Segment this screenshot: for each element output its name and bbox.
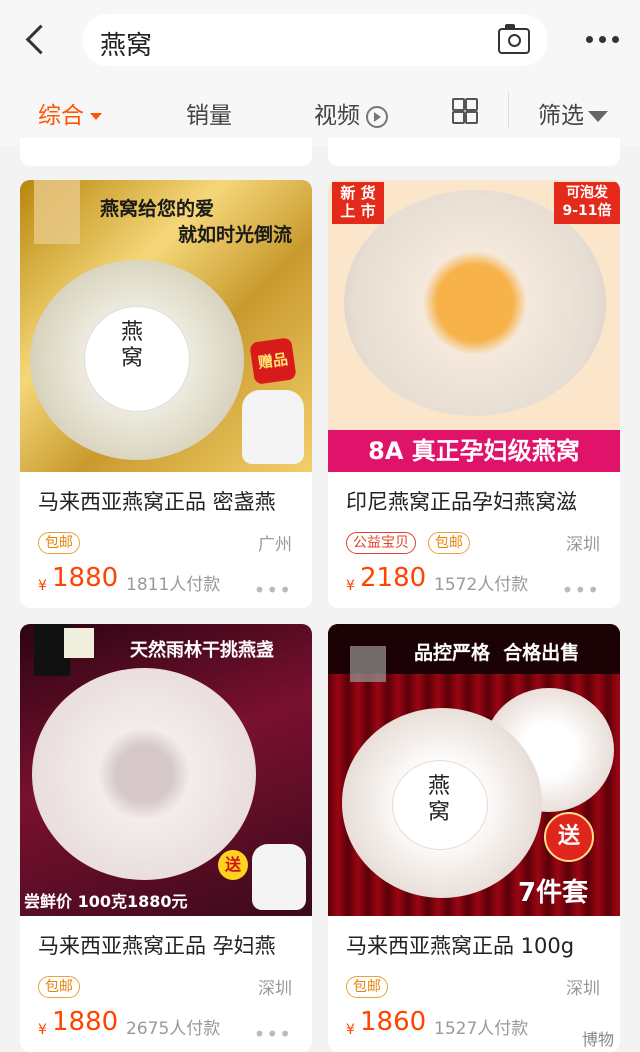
tab-label: 筛选 <box>538 103 584 129</box>
bottom-banner: 8A 真正孕妇级燕窝 <box>328 430 620 472</box>
search-query[interactable]: 燕窝 <box>100 25 152 62</box>
gift-badge: 送 <box>218 850 248 880</box>
stew-pot <box>252 844 306 910</box>
product-card[interactable]: 天然雨林干挑燕盏 送 尝鲜价 100克1880元 马来西亚燕窝正品 孕妇燕 包邮… <box>20 624 312 1052</box>
banner-line: 就如时光倒流 <box>178 224 293 246</box>
tab-label: 综合 <box>38 103 84 129</box>
product-title[interactable]: 马来西亚燕窝正品 密盏燕 <box>38 486 308 516</box>
tag-free-shipping: 包邮 <box>38 532 80 554</box>
camera-icon[interactable] <box>498 24 530 54</box>
play-icon <box>366 105 388 128</box>
tab-sales[interactable]: 销量 <box>186 96 232 130</box>
product-card[interactable]: 品控严格 合格出售 燕窝 送 7件套 马来西亚燕窝正品 100g 包邮 深圳 ¥… <box>328 624 620 1052</box>
watermark: 博物 <box>581 1030 614 1049</box>
price: 1880 <box>52 563 119 593</box>
product-title[interactable]: 马来西亚燕窝正品 孕妇燕 <box>38 930 308 960</box>
grid-view-icon[interactable] <box>452 98 478 124</box>
more-options-icon[interactable]: ••• <box>254 578 292 602</box>
currency-symbol: ¥ <box>346 1022 355 1038</box>
set-count: 7件套 <box>518 878 589 908</box>
product-image[interactable]: 品控严格 合格出售 燕窝 送 7件套 <box>328 624 620 916</box>
location: 深圳 <box>566 535 600 555</box>
location: 广州 <box>258 535 292 555</box>
product-card[interactable]: 新 货 上 市 可泡发 9-11倍 8A 真正孕妇级燕窝 印尼燕窝正品孕妇燕窝滋… <box>328 180 620 608</box>
divider <box>508 92 509 128</box>
blur-patch <box>64 628 94 658</box>
product-image[interactable]: 燕窝给您的爱 就如时光倒流 燕窝 赠品 <box>20 180 312 472</box>
currency-symbol: ¥ <box>38 578 47 594</box>
location: 深圳 <box>566 979 600 999</box>
paid-count: 2675人付款 <box>126 1019 221 1039</box>
price: 1860 <box>360 1007 427 1037</box>
gift-badge: 赠品 <box>249 337 297 385</box>
banner-top: 天然雨林干挑燕盏 <box>130 640 274 661</box>
tag-free-shipping: 包邮 <box>38 976 80 998</box>
tag-free-shipping: 包邮 <box>428 532 470 554</box>
more-options-icon[interactable]: ••• <box>254 1022 292 1046</box>
nest-ring <box>32 668 256 880</box>
location: 深圳 <box>258 979 292 999</box>
filter-icon <box>588 111 608 122</box>
banner-top: 品控严格 合格出售 <box>414 642 580 664</box>
paid-count: 1572人付款 <box>434 575 529 595</box>
back-arrow-icon[interactable] <box>22 24 52 58</box>
banner-line: 燕窝给您的爱 <box>100 198 215 220</box>
tab-comprehensive[interactable]: 综合 <box>38 96 102 130</box>
currency-symbol: ¥ <box>346 578 355 594</box>
tab-video[interactable]: 视频 <box>314 96 388 130</box>
badge-line: 可泡发 <box>566 185 608 201</box>
blur-patch <box>34 180 80 244</box>
currency-symbol: ¥ <box>38 1022 47 1038</box>
gift-badge: 送 <box>544 812 594 862</box>
dropdown-caret-icon <box>90 113 102 120</box>
stew-pot <box>242 390 304 464</box>
more-icon[interactable] <box>586 36 622 44</box>
partial-card[interactable] <box>328 138 620 166</box>
badge-line: 9-11倍 <box>562 203 612 219</box>
soak-badge: 可泡发 9-11倍 <box>554 182 620 224</box>
new-stock-badge: 新 货 上 市 <box>332 182 384 224</box>
paid-count: 1811人付款 <box>126 575 221 595</box>
tab-filter[interactable]: 筛选 <box>538 96 608 130</box>
price: 1880 <box>52 1007 119 1037</box>
badge-line: 上 市 <box>340 202 376 220</box>
blur-patch <box>350 646 386 682</box>
search-box[interactable]: 燕窝 <box>82 14 548 66</box>
tab-label: 销量 <box>186 103 232 129</box>
more-options-icon[interactable]: ••• <box>562 578 600 602</box>
sort-tabs: 综合 销量 视频 筛选 <box>0 84 640 138</box>
tab-label: 视频 <box>314 103 360 129</box>
bottom-banner: 尝鲜价 100克1880元 <box>24 892 188 911</box>
product-card[interactable]: 燕窝给您的爱 就如时光倒流 燕窝 赠品 马来西亚燕窝正品 密盏燕 包邮 广州 ¥… <box>20 180 312 608</box>
product-title[interactable]: 马来西亚燕窝正品 100g <box>346 930 616 960</box>
badge-line: 新 货 <box>340 184 376 202</box>
product-title[interactable]: 印尼燕窝正品孕妇燕窝滋 <box>346 486 616 516</box>
partial-card[interactable] <box>20 138 312 166</box>
price: 2180 <box>360 563 427 593</box>
tag-charity: 公益宝贝 <box>346 532 416 554</box>
product-image[interactable]: 新 货 上 市 可泡发 9-11倍 8A 真正孕妇级燕窝 <box>328 180 620 472</box>
label-text: 燕窝 <box>427 774 450 825</box>
tag-free-shipping: 包邮 <box>346 976 388 998</box>
label-text: 燕窝 <box>120 320 143 371</box>
paid-count: 1527人付款 <box>434 1019 529 1039</box>
top-bar: 燕窝 综合 销量 视频 筛选 <box>0 0 640 146</box>
product-image[interactable]: 天然雨林干挑燕盏 送 尝鲜价 100克1880元 <box>20 624 312 916</box>
